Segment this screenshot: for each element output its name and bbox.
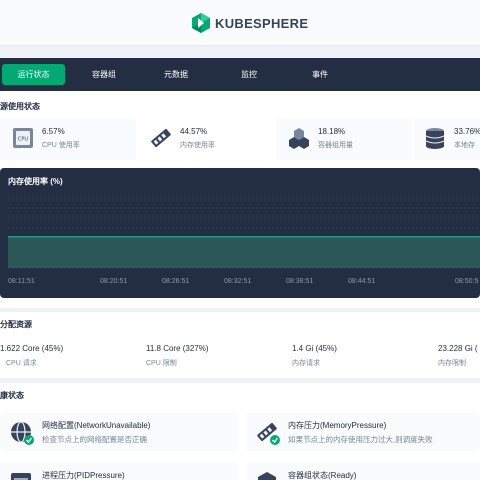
stat-memory-usage: 44.57% 内存使用率 [150,119,270,159]
tab-events[interactable]: 事件 [291,64,349,85]
detail-tab-bar: 运行状态 容器组 元数据 监控 事件 [0,58,480,91]
pods-icon [289,128,309,149]
cpu-icon: CPU [13,128,33,148]
alloc-value: 23.228 Gi ( [438,344,478,353]
memory-usage-chart[interactable]: 内存使用率 (%) 08:11:51 08:20:51 08:26:51 08:32:… [0,168,480,298]
stat-value: 33.76% [454,127,480,136]
resource-usage-title: 源使用状态 [0,102,40,111]
stat-value: 6.57% [42,127,65,136]
stat-label: 本地存 [454,142,475,149]
allocated-resources-section [0,312,480,378]
alloc-memory-limit: 23.228 Gi ( 内存限制 [438,344,478,368]
x-tick-label: 08:11:51 [8,278,35,285]
health-card-memory-pressure: 内存压力(MemoryPressure) 如果节点上的内存使用压力过大,则调度失… [246,412,480,452]
health-card-desc: 如果节点上的内存使用压力过大,则调度失败 [288,435,433,444]
health-card-title: 容器组状态(Ready) [288,471,357,480]
tab-monitoring[interactable]: 监控 [220,64,278,85]
alloc-label: 内存请求 [292,360,320,367]
alloc-cpu-request: 1.622 Core (45%) CPU 请求 [0,344,63,368]
alloc-label: 内存限制 [438,360,466,367]
ready-icon [258,472,276,480]
network-icon [11,421,34,445]
x-tick-label: 08:50:5 [455,278,479,285]
memory-icon [257,422,280,445]
top-bar: KUBESPHERE [0,0,480,46]
x-tick-label: 08:20:51 [100,278,128,285]
stat-value: 44.57% [180,127,208,136]
stat-cpu-usage: CPU 6.57% CPU 使用率 [12,119,132,159]
tab-running-status[interactable]: 运行状态 [2,64,65,85]
brand-name: KUBESPHERE [215,15,309,31]
alloc-cpu-limit: 11.8 Core (327%) CPU 限制 [146,344,209,368]
health-card-title: 进程压力(PIDPressure) [42,471,125,480]
health-card-title: 内存压力(MemoryPressure) [288,421,387,430]
series-area [8,236,480,268]
health-card-desc: 检查节点上的网络配置是否正确 [42,435,147,444]
health-card-pid-pressure: 进程压力(PIDPressure) [0,462,238,480]
stat-value: 18.18% [318,127,346,136]
storage-icon [425,128,445,149]
stat-label: CPU 使用率 [42,142,80,149]
x-tick-label: 08:38:51 [286,278,314,285]
tab-metadata[interactable]: 元数据 [147,64,205,85]
x-tick-label: 08:44:51 [348,278,376,285]
x-tick-label: 08:32:51 [224,278,252,285]
memory-icon [151,128,171,148]
health-card-title: 网络配置(NetworkUnavailable) [42,421,151,430]
stat-label: 容器组用量 [318,142,353,149]
health-card-ready: 容器组状态(Ready) [246,462,480,480]
alloc-label: CPU 请求 [6,360,37,367]
kubesphere-logo[interactable]: KUBESPHERE [192,13,308,33]
health-card-network: 网络配置(NetworkUnavailable) 检查节点上的网络配置是否正确 [0,412,238,452]
stat-storage-usage: 33.76% 本地存 [424,119,480,159]
alloc-value: 1.4 Gi (45%) [292,344,337,353]
alloc-memory-request: 1.4 Gi (45%) 内存请求 [292,344,337,368]
svg-text:CPU: CPU [18,137,29,143]
alloc-value: 1.622 Core (45%) [0,344,64,353]
stat-pods-usage: 18.18% 容器组用量 [288,119,408,159]
x-tick-label: 08:26:51 [162,278,190,285]
health-status-title: 康状态 [0,391,24,400]
process-icon [11,473,31,480]
kubesphere-logo-icon [192,13,210,33]
allocated-resources-title: 分配资源 [0,320,32,329]
tab-pods[interactable]: 容器组 [75,64,133,85]
stat-label: 内存使用率 [180,142,215,149]
alloc-value: 11.8 Core (327%) [146,344,209,353]
alloc-label: CPU 限制 [146,360,177,367]
